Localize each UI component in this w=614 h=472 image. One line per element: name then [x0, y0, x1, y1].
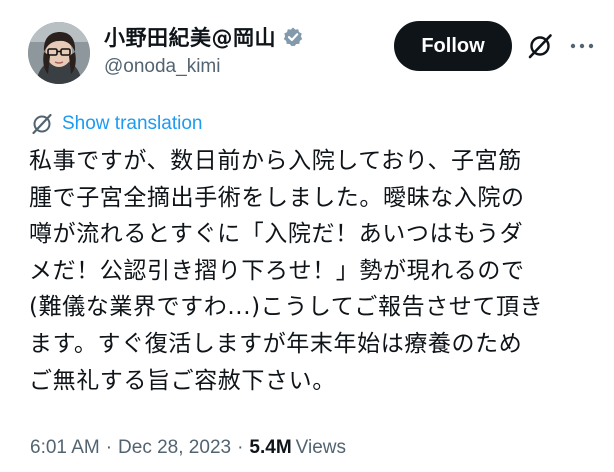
tweet: 小野田紀美@岡山 @onoda_kimi Follow Show transla…	[0, 0, 614, 472]
tweet-text-line: (難儀な業界ですわ...)こうしてご報告させて頂き	[29, 294, 544, 321]
grok-slash-icon[interactable]	[526, 32, 554, 60]
tweet-text-line: メだ！公認引き摺り下ろせ！」勢が現れるので	[29, 257, 525, 284]
tweet-meta: 6:01 AM · Dec 28, 2023 · 5.4M Views	[30, 437, 346, 459]
tweet-text-line: ご無礼する旨ご容赦下さい。	[29, 367, 336, 394]
follow-button[interactable]: Follow	[394, 21, 512, 71]
more-horizontal-icon[interactable]	[568, 34, 596, 58]
avatar[interactable]	[28, 22, 90, 84]
avatar-image	[28, 22, 90, 84]
meta-separator: ·	[105, 437, 113, 458]
show-translation-link[interactable]: Show translation	[30, 112, 202, 136]
views-label: Views	[295, 437, 346, 458]
tweet-time[interactable]: 6:01 AM	[30, 437, 100, 459]
tweet-date[interactable]: Dec 28, 2023	[118, 437, 231, 459]
author-display-name[interactable]: 小野田紀美@岡山	[104, 22, 276, 52]
tweet-text: 私事ですが、数日前から入院しており、子宮筋 腫で子宮全摘出手術をしました。曖昧な…	[29, 143, 613, 399]
views-count: 5.4M	[249, 437, 292, 458]
tweet-text-line: 私事ですが、数日前から入院しており、子宮筋	[29, 148, 522, 174]
tweet-text-line: 噂が流れるとすぐに「入院だ！あいつはもうダ	[29, 221, 524, 248]
author-name-row[interactable]: 小野田紀美@岡山	[104, 22, 304, 52]
translate-icon	[30, 112, 54, 136]
author-handle[interactable]: @onoda_kimi	[104, 56, 220, 78]
show-translation-label[interactable]: Show translation	[62, 113, 202, 135]
meta-separator: ·	[237, 437, 244, 458]
tweet-text-line: 腫で子宮全摘出手術をしました。曖昧な入院の	[29, 184, 525, 211]
verified-badge-icon	[282, 26, 304, 48]
tweet-text-line: ます。すぐ復活しますが年末年始は療養のため	[29, 330, 523, 357]
